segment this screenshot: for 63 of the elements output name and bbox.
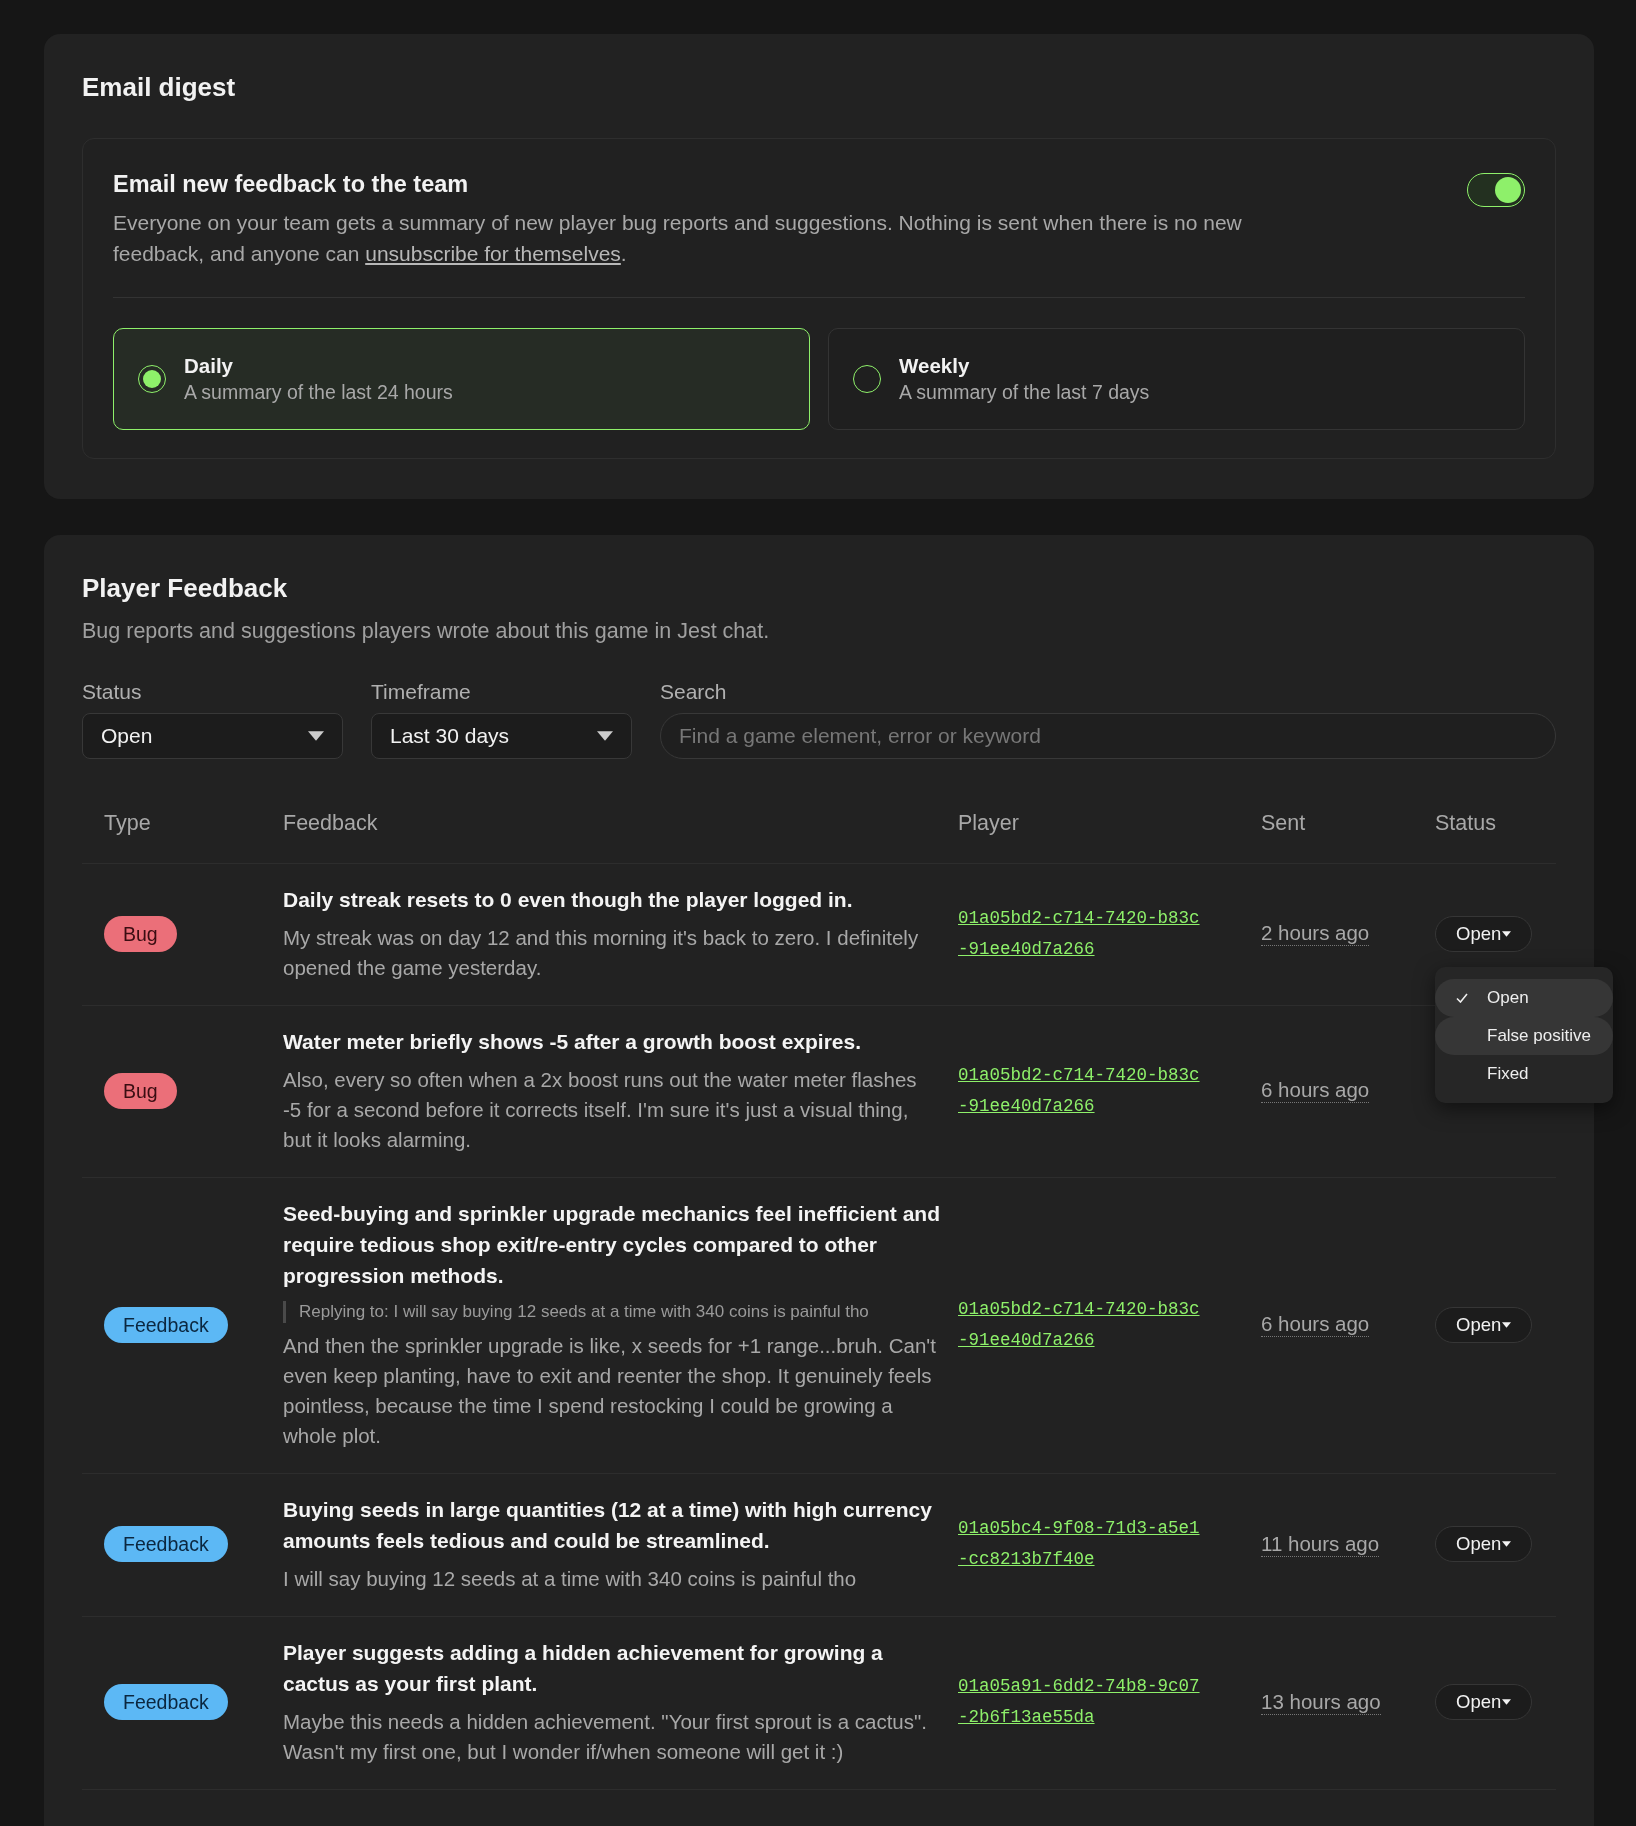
status-dropdown-button[interactable]: Open xyxy=(1435,915,1533,952)
caret-icon xyxy=(1502,1541,1512,1547)
player-id-link[interactable]: 01a05bd2-c714-7420-b83c-91ee40d7a266 xyxy=(958,1059,1200,1122)
section-title: Email digest xyxy=(82,72,237,102)
caret-icon xyxy=(1502,930,1512,937)
player-id-link[interactable]: 01a05a91-6dd2-74b8-9c07-2b6f13ae55da xyxy=(958,1671,1200,1733)
menu-item[interactable]: Open xyxy=(1435,978,1613,1017)
type-tag: Bug xyxy=(104,915,177,952)
feedback-title: Seed-buying and sprinkler upgrade mechanics feel inefficient and require tedious shop exit/re-entry cycles compared to other progression methods. xyxy=(283,1201,940,1289)
toggle-switch[interactable] xyxy=(1467,173,1525,207)
option-label: Weekly xyxy=(899,353,971,379)
option-description: A summary of the last 7 days xyxy=(899,380,1150,405)
status-dropdown-button[interactable]: Open xyxy=(1435,1684,1533,1720)
feedback-title: Player suggests adding a hidden achievement for growing a cactus as your first plant. xyxy=(283,1640,884,1697)
feedback-title: Buying seeds in large quantities (12 at a time) with high currency amounts feels tedious and could be streamlined. xyxy=(283,1497,933,1554)
sent-time: 6 hours ago xyxy=(1261,1312,1370,1337)
caret-icon xyxy=(1502,1321,1512,1328)
feedback-text: Also, every so often when a 2x boost runs out the water meter flashes -5 for a second before it corrects itself. I'm sure it's just a visual thing, but it looks alarming. xyxy=(283,1067,918,1153)
player-id-link[interactable]: 01a05bd2-c714-7420-b83c-91ee40d7a266 xyxy=(958,1293,1200,1356)
sent-time: 6 hours ago xyxy=(1261,1078,1370,1103)
section-title: Player Feedback xyxy=(82,573,289,603)
feedback-title: Daily streak resets to 0 even though the player logged in. xyxy=(283,887,854,913)
section-subtitle: Bug reports and suggestions players wrote about this game in Jest chat. xyxy=(82,618,771,645)
column-header: Player xyxy=(957,810,1020,836)
option-label: Daily xyxy=(184,353,234,379)
type-tag: Feedback xyxy=(104,1306,228,1343)
column-header: Type xyxy=(103,810,152,836)
dropdown[interactable]: Open xyxy=(82,713,343,759)
setting-description: Everyone on your team gets a summary of new player bug reports and suggestions. Nothing is sent when there is no new feedback, and anyone can unsubscribe for themselves. xyxy=(113,210,1243,267)
menu-item[interactable]: Fixed xyxy=(1435,1054,1613,1093)
feedback-text: My streak was on day 12 and this morning it's back to zero. I definitely opened the game yesterday. xyxy=(283,925,920,981)
feedback-text: Maybe this needs a hidden achievement. "Your first sprout is a cactus". Wasn't my first one, but I wonder if/when someone will get it :) xyxy=(283,1709,928,1765)
type-tag: Feedback xyxy=(104,1684,228,1720)
caret-icon xyxy=(1502,1699,1512,1705)
caret-icon xyxy=(308,731,324,741)
player-id-link[interactable]: 01a05bc4-9f08-71d3-a5e1-cc8213b7f40e xyxy=(958,1513,1200,1575)
column-header: Sent xyxy=(1260,810,1307,836)
search-field[interactable]: Find a game element, error or keyword xyxy=(660,713,1556,759)
reply-quote: Replying to: I will say buying 12 seeds at a time with 340 coins is painful tho xyxy=(283,1301,940,1323)
status-dropdown-button[interactable]: Open xyxy=(1435,1526,1533,1562)
frequency-option[interactable]: Weekly A summary of the last 7 days xyxy=(828,328,1525,430)
option-description: A summary of the last 24 hours xyxy=(184,380,453,405)
unsubscribe-link[interactable]: unsubscribe for themselves xyxy=(365,242,621,265)
filter-label: Search xyxy=(660,679,728,705)
caret-icon xyxy=(597,731,613,741)
sent-time: 2 hours ago xyxy=(1261,921,1370,946)
feedback-text: I will say buying 12 seeds at a time with 340 coins is painful tho xyxy=(283,1566,858,1592)
menu-item[interactable]: False positive xyxy=(1435,1016,1613,1055)
feedback-text: And then the sprinkler upgrade is like, x seeds for +1 range...bruh. Can't even keep planting, have to exit and reenter the shop. It genuinely feels pointless, because the time I spend restocking I could be growing a whole plot. xyxy=(283,1333,937,1449)
filter-label: Status xyxy=(82,679,143,705)
filter-label: Timeframe xyxy=(371,679,472,705)
type-tag: Feedback xyxy=(104,1526,228,1562)
feedback-title: Water meter briefly shows -5 after a growth boost expires. xyxy=(283,1029,863,1055)
type-tag: Bug xyxy=(104,1072,177,1109)
column-header: Feedback xyxy=(282,810,379,836)
column-header: Status xyxy=(1434,810,1497,836)
setting-title: Email new feedback to the team xyxy=(113,170,470,199)
status-dropdown-button[interactable]: Open xyxy=(1435,1306,1533,1343)
frequency-option[interactable]: Daily A summary of the last 24 hours xyxy=(113,328,810,430)
player-id-link[interactable]: 01a05bd2-c714-7420-b83c-91ee40d7a266 xyxy=(958,902,1200,965)
sent-time: 11 hours ago xyxy=(1261,1531,1380,1557)
dropdown[interactable]: Last 30 days xyxy=(371,713,632,759)
sent-time: 13 hours ago xyxy=(1261,1689,1381,1715)
